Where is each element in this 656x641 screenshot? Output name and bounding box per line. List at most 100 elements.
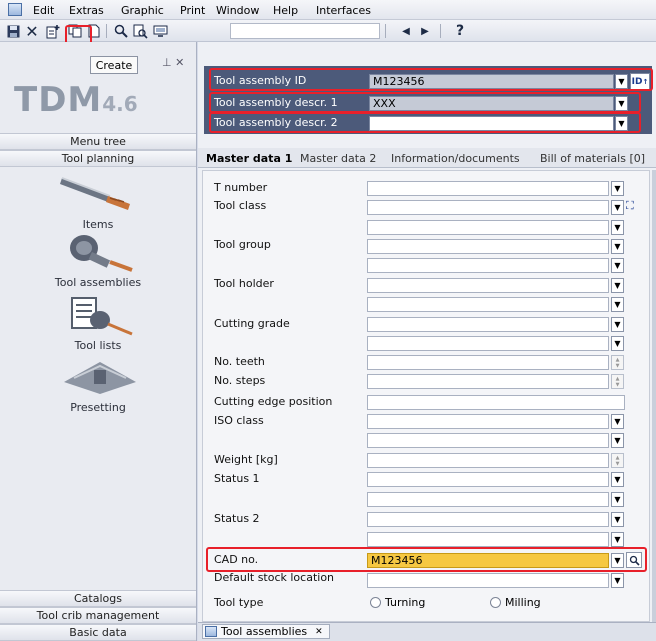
descr-1-dropdown[interactable]: ▼: [615, 96, 628, 111]
menu-bar: Edit Extras Graphic Print Window Help In…: [0, 0, 656, 20]
tab-bill-of-materials[interactable]: Bill of materials [0]: [540, 152, 645, 165]
tab-master-data-2[interactable]: Master data 2: [300, 152, 376, 165]
sidebar-item-tool-lists[interactable]: Tool lists: [0, 339, 196, 352]
presetting-icon[interactable]: [60, 356, 140, 399]
tool-assembly-id-dropdown[interactable]: ▼: [615, 74, 628, 89]
t-number-dropdown[interactable]: ▼: [611, 181, 624, 196]
label-iso-class: ISO class: [214, 414, 264, 427]
radio-turning[interactable]: [370, 597, 381, 608]
tool-group-field[interactable]: [367, 239, 609, 254]
menu-extras[interactable]: Extras: [69, 4, 104, 17]
tool-holder-field-2[interactable]: [367, 297, 609, 312]
tool-group-dropdown[interactable]: ▼: [611, 239, 624, 254]
menu-interfaces[interactable]: Interfaces: [316, 4, 371, 17]
blank-page-icon[interactable]: [86, 23, 102, 39]
app-icon[interactable]: [8, 3, 22, 16]
panel-pin-close[interactable]: ⊥ ✕: [162, 56, 184, 69]
no-steps-field[interactable]: [367, 374, 609, 389]
status-2-field[interactable]: [367, 512, 609, 527]
weight-field[interactable]: [367, 453, 609, 468]
sidebar-item-presetting[interactable]: Presetting: [0, 401, 196, 414]
iso-class-dropdown-2[interactable]: ▼: [611, 433, 624, 448]
nav-tool-planning[interactable]: Tool planning: [0, 150, 196, 167]
label-no-teeth: No. teeth: [214, 355, 265, 368]
menu-graphic[interactable]: Graphic: [121, 4, 164, 17]
radio-milling[interactable]: [490, 597, 501, 608]
tool-holder-field[interactable]: [367, 278, 609, 293]
tool-group-dropdown-2[interactable]: ▼: [611, 258, 624, 273]
drill-icon[interactable]: [58, 172, 138, 215]
weight-spinner[interactable]: ▲ ▼: [611, 453, 624, 468]
nav-menu-tree[interactable]: Menu tree: [0, 133, 196, 150]
nav-tool-crib-management[interactable]: Tool crib management: [0, 607, 196, 624]
nav-prev-icon[interactable]: ◀: [398, 23, 414, 39]
default-stock-location-dropdown[interactable]: ▼: [611, 573, 624, 588]
right-strip: [652, 170, 656, 622]
cutting-edge-position-field[interactable]: [367, 395, 625, 410]
label-tool-assembly-descr-1: Tool assembly descr. 1: [214, 96, 338, 109]
t-number-field[interactable]: [367, 181, 609, 196]
no-teeth-field[interactable]: [367, 355, 609, 370]
iso-class-field-2[interactable]: [367, 433, 609, 448]
nav-next-icon[interactable]: ▶: [417, 23, 433, 39]
status-1-field-2[interactable]: [367, 492, 609, 507]
tool-assembly-descr-2-field[interactable]: [369, 116, 614, 131]
close-tab-icon[interactable]: ✕: [315, 627, 323, 637]
status-2-field-2[interactable]: [367, 532, 609, 547]
iso-class-dropdown[interactable]: ▼: [611, 414, 624, 429]
status-2-dropdown[interactable]: ▼: [611, 512, 624, 527]
tool-holder-dropdown[interactable]: ▼: [611, 278, 624, 293]
new-icon[interactable]: [45, 23, 61, 39]
status-1-field[interactable]: [367, 472, 609, 487]
tab-master-data-1[interactable]: Master data 1: [206, 152, 292, 165]
tool-assemblies-tab-icon: [205, 626, 217, 637]
tool-class-field[interactable]: [367, 200, 609, 215]
tool-group-field-2[interactable]: [367, 258, 609, 273]
tool-class-field-2[interactable]: [367, 220, 609, 235]
find-in-list-icon[interactable]: [132, 23, 148, 39]
tool-class-dropdown-2[interactable]: ▼: [611, 220, 624, 235]
tab-information-documents[interactable]: Information/documents: [391, 152, 520, 165]
nav-catalogs[interactable]: Catalogs: [0, 590, 196, 607]
save-icon[interactable]: [5, 23, 21, 39]
nav-basic-data[interactable]: Basic data: [0, 624, 196, 641]
tool-assembly-id-field[interactable]: M123456: [369, 74, 614, 89]
tool-class-dropdown[interactable]: ▼: [611, 200, 624, 215]
id-generate-button[interactable]: ID ↑: [630, 73, 650, 90]
status-2-dropdown-2[interactable]: ▼: [611, 532, 624, 547]
cutting-grade-dropdown[interactable]: ▼: [611, 317, 624, 332]
tool-assembly-icon[interactable]: [66, 232, 136, 275]
label-weight: Weight [kg]: [214, 453, 278, 466]
binoculars-icon[interactable]: ⛶: [626, 199, 642, 215]
menu-print[interactable]: Print: [180, 4, 205, 17]
sidebar-item-tool-assemblies[interactable]: Tool assemblies: [0, 276, 196, 289]
document-tab-tool-assemblies[interactable]: Tool assemblies ✕: [202, 624, 330, 639]
tool-list-icon[interactable]: [70, 296, 136, 339]
status-1-dropdown[interactable]: ▼: [611, 472, 624, 487]
label-status-1: Status 1: [214, 472, 260, 485]
tool-holder-dropdown-2[interactable]: ▼: [611, 297, 624, 312]
menu-window[interactable]: Window: [216, 4, 259, 17]
menu-edit[interactable]: Edit: [33, 4, 54, 17]
cad-search-icon[interactable]: [626, 552, 642, 568]
status-1-dropdown-2[interactable]: ▼: [611, 492, 624, 507]
cutting-grade-dropdown-2[interactable]: ▼: [611, 336, 624, 351]
iso-class-field[interactable]: [367, 414, 609, 429]
copy-icon[interactable]: [67, 23, 83, 39]
tool-assembly-descr-1-field[interactable]: XXX: [369, 96, 614, 111]
cad-no-field[interactable]: M123456: [367, 553, 609, 568]
cutting-grade-field-2[interactable]: [367, 336, 609, 351]
scan-icon[interactable]: [152, 23, 168, 39]
help-icon[interactable]: ?: [452, 23, 468, 39]
toolbar-search-input[interactable]: [230, 23, 380, 39]
menu-help[interactable]: Help: [273, 4, 298, 17]
cad-no-dropdown[interactable]: ▼: [611, 553, 624, 568]
descr-2-dropdown[interactable]: ▼: [615, 116, 628, 131]
sidebar-item-items[interactable]: Items: [0, 218, 196, 231]
delete-icon[interactable]: ✕: [24, 22, 40, 41]
no-steps-spinner[interactable]: ▲ ▼: [611, 374, 624, 389]
search-icon[interactable]: [113, 23, 129, 39]
default-stock-location-field[interactable]: [367, 573, 609, 588]
no-teeth-spinner[interactable]: ▲ ▼: [611, 355, 624, 370]
cutting-grade-field[interactable]: [367, 317, 609, 332]
